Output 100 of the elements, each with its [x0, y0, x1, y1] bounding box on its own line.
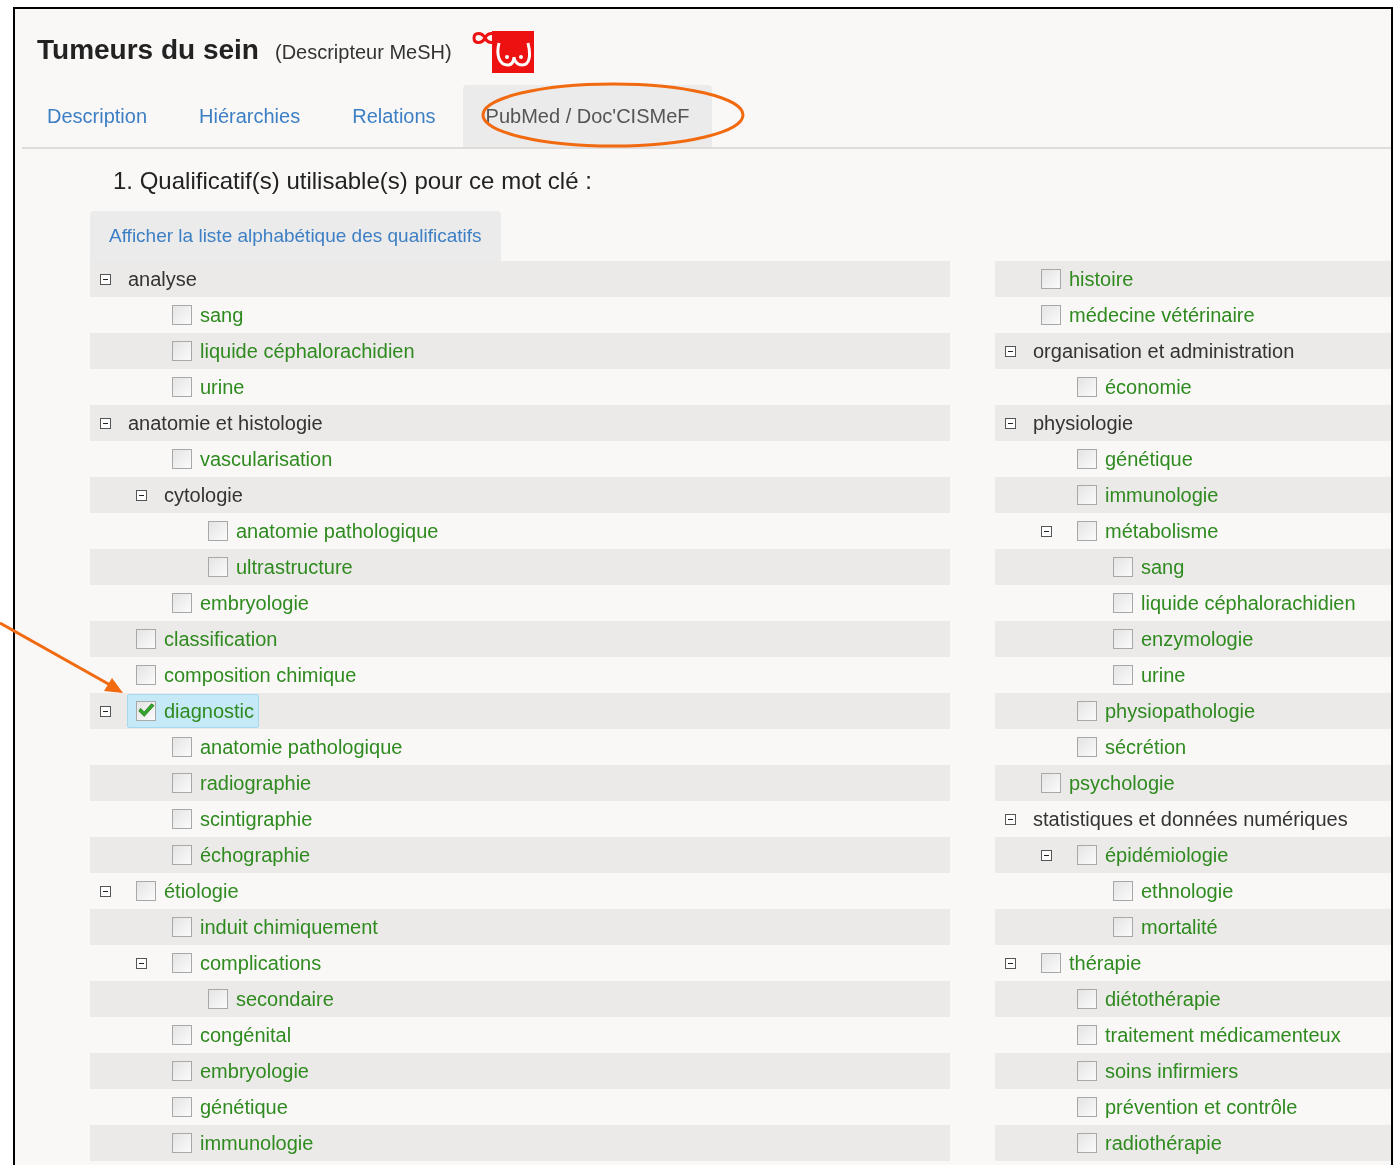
checkbox[interactable] [1041, 269, 1061, 289]
checkbox[interactable] [172, 773, 192, 793]
qualifier-link[interactable]: urine [1141, 663, 1186, 687]
qualifier-link[interactable]: échographie [200, 843, 311, 867]
checkbox[interactable] [172, 449, 192, 469]
qualifier-link[interactable]: étiologie [164, 879, 239, 903]
checkbox[interactable] [1077, 1061, 1097, 1081]
checkbox[interactable] [172, 377, 192, 397]
qualifier-link[interactable]: vascularisation [200, 447, 333, 471]
checkbox[interactable] [1077, 377, 1097, 397]
checkbox[interactable] [1077, 989, 1097, 1009]
qualifier-link[interactable]: génétique [1105, 447, 1193, 471]
qualifier-link[interactable]: induit chimiquement [200, 915, 378, 939]
checkbox[interactable] [1113, 557, 1133, 577]
qualifier-link[interactable]: soins infirmiers [1105, 1059, 1239, 1083]
checkbox[interactable] [136, 629, 156, 649]
collapse-toggle[interactable] [100, 273, 111, 285]
checkbox[interactable] [172, 305, 192, 325]
tab[interactable]: Description [22, 85, 173, 147]
checkbox[interactable] [208, 521, 228, 541]
checkbox[interactable] [1113, 665, 1133, 685]
qualifier-link[interactable]: composition chimique [164, 663, 357, 687]
checkbox[interactable] [172, 1133, 192, 1153]
collapse-toggle[interactable] [136, 957, 147, 969]
checkbox[interactable] [172, 1097, 192, 1117]
qualifier-link[interactable]: secondaire [236, 987, 334, 1011]
checkbox[interactable] [1041, 305, 1061, 325]
checkbox[interactable] [172, 1025, 192, 1045]
checkbox[interactable] [1077, 1097, 1097, 1117]
checkbox[interactable] [172, 341, 192, 361]
collapse-toggle[interactable] [1005, 813, 1016, 825]
qualifier-link[interactable]: liquide céphalorachidien [1141, 591, 1356, 615]
qualifier-link[interactable]: complications [200, 951, 322, 975]
qualifier-link[interactable]: radiographie [200, 771, 312, 795]
qualifier-link[interactable]: sang [200, 303, 244, 327]
qualifier-link[interactable]: thérapie [1069, 951, 1142, 975]
checkbox[interactable] [208, 557, 228, 577]
checkbox[interactable] [172, 953, 192, 973]
qualifier-link[interactable]: urine [200, 375, 245, 399]
collapse-toggle[interactable] [100, 705, 111, 717]
qualifier-link[interactable]: ultrastructure [236, 555, 353, 579]
tab[interactable]: PubMed / Doc'CISMeF [462, 85, 713, 147]
checkbox[interactable] [208, 989, 228, 1009]
collapse-toggle[interactable] [136, 489, 147, 501]
qualifier-link[interactable]: sang [1141, 555, 1185, 579]
qualifier-link[interactable]: ethnologie [1141, 879, 1234, 903]
collapse-toggle[interactable] [1005, 957, 1016, 969]
qualifier-link[interactable]: épidémiologie [1105, 843, 1229, 867]
qualifier-link[interactable]: traitement médicamenteux [1105, 1023, 1341, 1047]
qualifier-link[interactable]: histoire [1069, 267, 1134, 291]
tab[interactable]: Hiérarchies [174, 85, 326, 147]
checkbox[interactable] [172, 593, 192, 613]
checkbox[interactable] [172, 1061, 192, 1081]
qualifier-link[interactable]: économie [1105, 375, 1192, 399]
qualifier-link[interactable]: métabolisme [1105, 519, 1219, 543]
checkbox[interactable] [1077, 1025, 1097, 1045]
checkbox[interactable] [1113, 917, 1133, 937]
qualifier-link[interactable]: classification [164, 627, 278, 651]
checkbox[interactable] [136, 881, 156, 901]
qualifier-link[interactable]: enzymologie [1141, 627, 1254, 651]
checkbox[interactable] [1041, 953, 1061, 973]
qualifier-link[interactable]: diétothérapie [1105, 987, 1221, 1011]
checkbox[interactable] [172, 917, 192, 937]
checkbox[interactable] [1077, 485, 1097, 505]
checkbox[interactable] [1113, 629, 1133, 649]
qualifier-link[interactable]: diagnostic [164, 699, 255, 723]
checkbox[interactable] [1113, 881, 1133, 901]
checkbox[interactable] [172, 737, 192, 757]
qualifier-link[interactable]: anatomie pathologique [200, 735, 403, 759]
qualifier-link[interactable]: embryologie [200, 591, 309, 615]
checkbox[interactable] [136, 701, 156, 721]
checkbox[interactable] [1077, 521, 1097, 541]
checkbox[interactable] [1077, 701, 1097, 721]
qualifier-link[interactable]: mortalité [1141, 915, 1218, 939]
collapse-toggle[interactable] [1041, 525, 1052, 537]
qualifier-link[interactable]: liquide céphalorachidien [200, 339, 415, 363]
collapse-toggle[interactable] [100, 885, 111, 897]
checkbox[interactable] [1077, 737, 1097, 757]
qualifier-link[interactable]: scintigraphie [200, 807, 313, 831]
qualifier-link[interactable]: médecine vétérinaire [1069, 303, 1255, 327]
qualifier-link[interactable]: génétique [200, 1095, 288, 1119]
qualifier-link[interactable]: immunologie [1105, 483, 1219, 507]
collapse-toggle[interactable] [1005, 345, 1016, 357]
collapse-toggle[interactable] [100, 417, 111, 429]
qualifier-link[interactable]: psychologie [1069, 771, 1175, 795]
qualifier-link[interactable]: radiothérapie [1105, 1131, 1222, 1155]
qualifier-link[interactable]: immunologie [200, 1131, 314, 1155]
qualifier-link[interactable]: sécrétion [1105, 735, 1187, 759]
tab[interactable]: Relations [327, 85, 461, 147]
collapse-toggle[interactable] [1041, 849, 1052, 861]
checkbox[interactable] [1041, 773, 1061, 793]
checkbox[interactable] [172, 845, 192, 865]
qualifier-link[interactable]: prévention et contrôle [1105, 1095, 1298, 1119]
checkbox[interactable] [1077, 1133, 1097, 1153]
checkbox[interactable] [136, 665, 156, 685]
checkbox[interactable] [1113, 593, 1133, 613]
qualifier-link[interactable]: physiopathologie [1105, 699, 1256, 723]
checkbox[interactable] [1077, 449, 1097, 469]
qualifier-link[interactable]: anatomie pathologique [236, 519, 439, 543]
alphabetical-list-button[interactable]: Afficher la liste alphabétique des qualificatifs [90, 211, 501, 261]
